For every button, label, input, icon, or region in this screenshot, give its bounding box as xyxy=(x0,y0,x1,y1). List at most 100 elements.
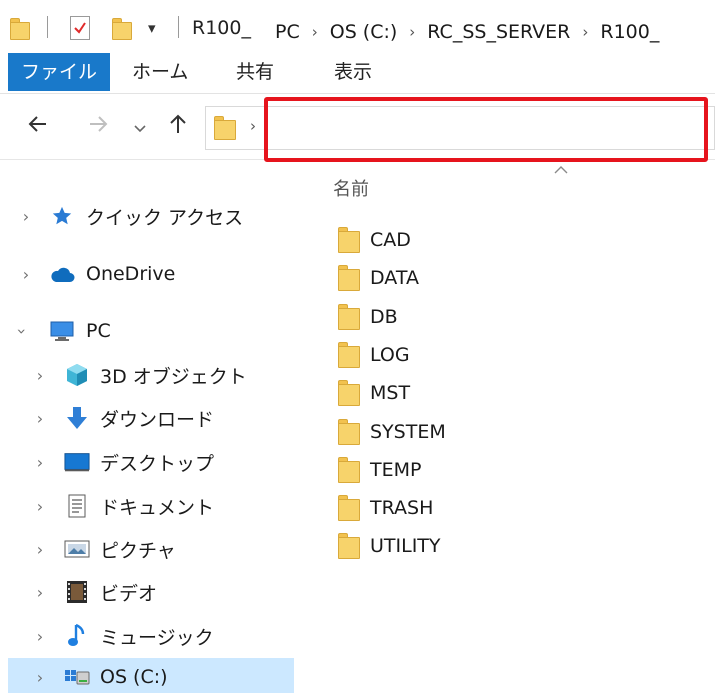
properties-icon[interactable] xyxy=(70,16,90,40)
expand-chevron-icon[interactable]: › xyxy=(32,497,48,516)
music-note-icon xyxy=(64,623,90,648)
forward-button[interactable] xyxy=(86,112,110,142)
window-title: R100_ xyxy=(192,17,251,39)
nav-pc-label: PC xyxy=(86,320,111,342)
tab-file[interactable]: ファイル xyxy=(8,53,110,91)
nav-desktop[interactable]: › デスクトップ xyxy=(0,442,295,482)
list-item-label: UTILITY xyxy=(370,535,441,557)
list-item-label: CAD xyxy=(370,229,411,251)
list-item-label: MST xyxy=(370,382,411,404)
nav-documents[interactable]: › ドキュメント xyxy=(0,486,295,526)
nav-pictures[interactable]: › ピクチャ xyxy=(0,529,295,569)
list-item[interactable]: DATA xyxy=(330,259,710,297)
column-header-name[interactable]: 名前 xyxy=(333,175,369,201)
breadcrumb-r100[interactable]: R100_ xyxy=(600,21,659,43)
up-button[interactable] xyxy=(166,112,190,142)
list-item-label: TEMP xyxy=(370,459,422,481)
expand-chevron-icon[interactable]: › xyxy=(32,627,48,646)
breadcrumb-chevron-icon[interactable]: › xyxy=(312,23,318,41)
list-item-label: LOG xyxy=(370,344,410,366)
picture-icon xyxy=(64,537,90,561)
nav-pictures-label: ピクチャ xyxy=(100,539,176,562)
separator xyxy=(178,16,179,38)
navigation-pane: › クイック アクセス › OneDrive › PC › 3D オブジェクト … xyxy=(0,170,295,693)
folder-icon xyxy=(338,419,360,445)
document-icon xyxy=(64,494,90,518)
separator xyxy=(47,16,48,38)
expand-chevron-icon[interactable]: › xyxy=(32,540,48,559)
expand-chevron-icon[interactable]: › xyxy=(32,366,48,385)
recent-locations-chevron-icon[interactable] xyxy=(132,114,148,142)
nav-videos[interactable]: › ビデオ xyxy=(0,572,295,612)
expand-chevron-icon[interactable]: › xyxy=(32,453,48,472)
folder-icon xyxy=(338,265,360,291)
folder-icon xyxy=(338,533,360,559)
tab-view[interactable]: 表示 xyxy=(320,53,386,91)
expand-chevron-icon[interactable]: › xyxy=(18,265,34,284)
tab-share[interactable]: 共有 xyxy=(222,53,288,91)
download-arrow-icon xyxy=(64,406,90,430)
list-item[interactable]: TEMP xyxy=(330,451,710,489)
breadcrumb-chevron-icon[interactable]: › xyxy=(582,23,588,41)
nav-downloads-label: ダウンロード xyxy=(100,408,215,431)
nav-quick-access[interactable]: › クイック アクセス xyxy=(0,196,295,236)
folder-icon xyxy=(338,342,360,368)
collapse-chevron-icon[interactable]: › xyxy=(13,323,32,339)
nav-onedrive-label: OneDrive xyxy=(86,263,176,285)
film-icon xyxy=(64,580,90,604)
nav-3d-objects-label: 3D オブジェクト xyxy=(100,365,247,388)
list-item-label: TRASH xyxy=(370,497,434,519)
navigation-bar: › xyxy=(0,96,715,160)
nav-music-label: ミュージック xyxy=(100,626,214,649)
nav-documents-label: ドキュメント xyxy=(100,496,215,519)
ribbon-tabs: ファイル ホーム 共有 表示 xyxy=(0,50,715,94)
folder-icon xyxy=(338,495,360,521)
expand-chevron-icon[interactable]: › xyxy=(32,668,48,687)
list-item[interactable]: MST xyxy=(330,374,710,412)
folder-icon xyxy=(338,227,360,253)
sort-ascending-icon xyxy=(553,160,569,179)
nav-downloads[interactable]: › ダウンロード xyxy=(0,398,295,438)
folder-icon xyxy=(338,457,360,483)
cloud-icon xyxy=(49,262,75,286)
breadcrumb-os-drive[interactable]: OS (C:) xyxy=(330,21,398,43)
customize-quick-access-icon[interactable]: ▾ xyxy=(148,19,156,37)
nav-pc[interactable]: › PC xyxy=(0,311,295,351)
list-item-label: DB xyxy=(370,306,398,328)
folder-icon xyxy=(338,304,360,330)
nav-desktop-label: デスクトップ xyxy=(100,452,215,475)
tab-home[interactable]: ホーム xyxy=(118,53,202,91)
expand-chevron-icon[interactable]: › xyxy=(18,207,34,226)
list-item-label: DATA xyxy=(370,267,419,289)
list-item[interactable]: SYSTEM xyxy=(330,413,710,451)
nav-music[interactable]: › ミュージック xyxy=(0,616,295,656)
breadcrumb-rc-ss-server[interactable]: RC_SS_SERVER xyxy=(427,21,570,43)
expand-chevron-icon[interactable]: › xyxy=(32,583,48,602)
back-button[interactable] xyxy=(26,112,50,142)
breadcrumb-pc[interactable]: PC xyxy=(275,21,300,43)
desktop-icon xyxy=(64,450,90,474)
nav-videos-label: ビデオ xyxy=(100,582,158,605)
list-item-label: SYSTEM xyxy=(370,421,446,443)
nav-os-drive-label: OS (C:) xyxy=(100,666,168,688)
list-item[interactable]: LOG xyxy=(330,336,710,374)
nav-os-drive[interactable]: › OS (C:) xyxy=(8,658,294,693)
expand-chevron-icon[interactable]: › xyxy=(32,409,48,428)
nav-3d-objects[interactable]: › 3D オブジェクト xyxy=(0,355,295,395)
list-item[interactable]: TRASH xyxy=(330,489,710,527)
folder-icon xyxy=(338,380,360,406)
folder-icon xyxy=(214,116,236,140)
breadcrumb: PC › OS (C:) › RC_SS_SERVER › R100_ xyxy=(275,17,659,47)
list-item[interactable]: UTILITY xyxy=(330,527,710,565)
list-item[interactable]: CAD xyxy=(330,221,710,259)
star-icon xyxy=(49,204,75,228)
nav-quick-access-label: クイック アクセス xyxy=(86,206,244,229)
computer-icon xyxy=(49,319,75,343)
nav-onedrive[interactable]: › OneDrive xyxy=(0,254,295,294)
drive-icon xyxy=(64,665,90,689)
cube-icon xyxy=(64,363,90,387)
breadcrumb-chevron-icon[interactable]: › xyxy=(250,117,256,135)
list-item[interactable]: DB xyxy=(330,298,710,336)
breadcrumb-chevron-icon[interactable]: › xyxy=(409,23,415,41)
address-bar[interactable]: › xyxy=(205,106,715,150)
